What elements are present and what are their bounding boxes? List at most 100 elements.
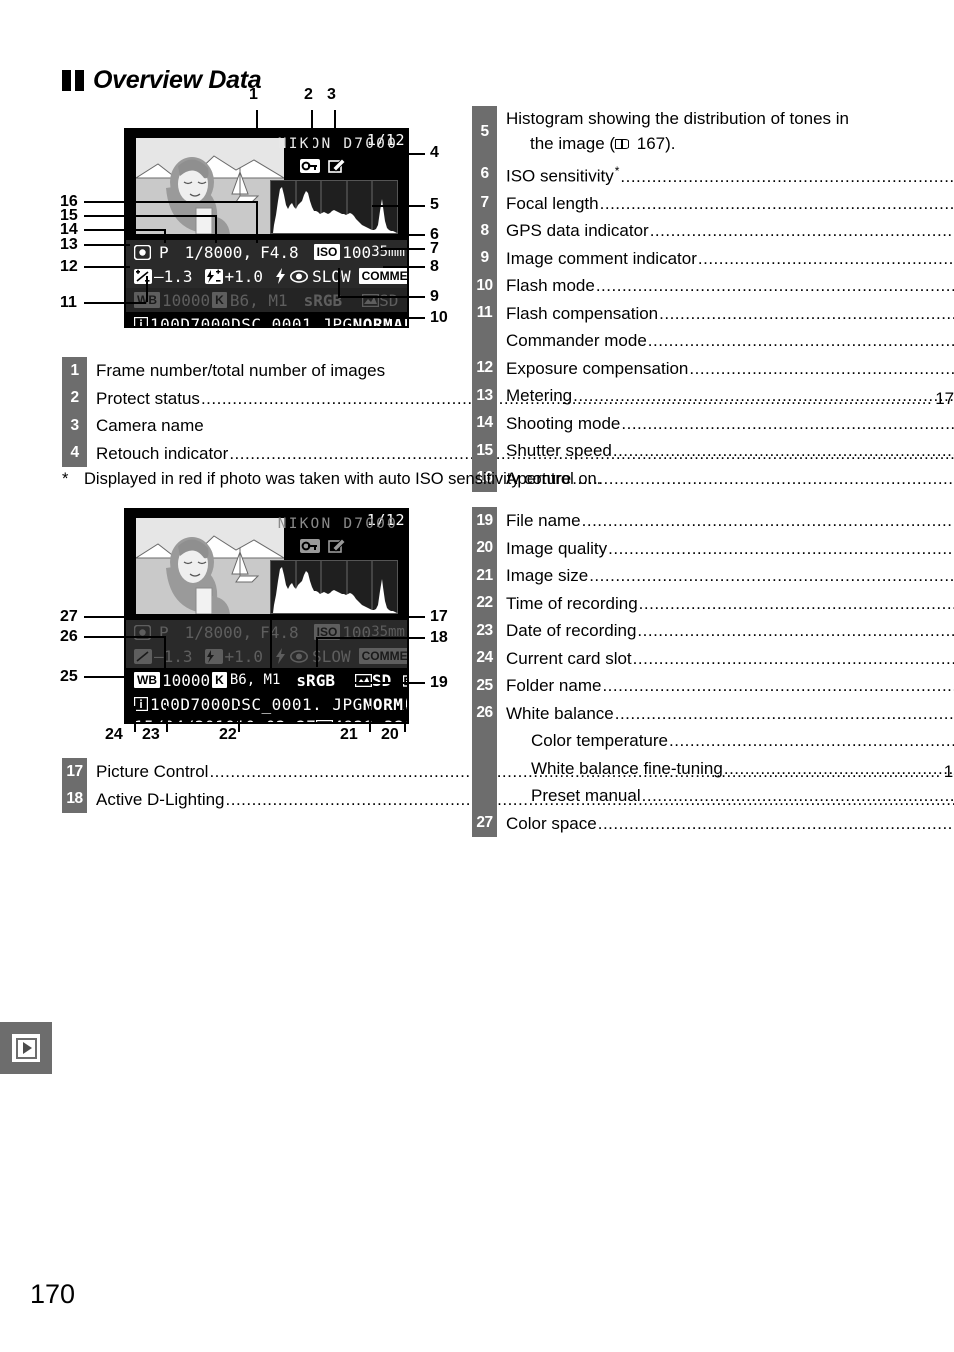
info-row-compensation: –1.3 +1.0 SLOW COMMENT GPS bbox=[126, 264, 407, 288]
leader-dots: ........................................… bbox=[697, 248, 954, 268]
legend-label: Shooting mode bbox=[506, 413, 621, 433]
callout-10: 10 bbox=[430, 309, 448, 326]
svg-text:L: L bbox=[322, 722, 328, 725]
legend-number-box-10: 10 bbox=[472, 272, 497, 300]
legend-number-box-18: 18 bbox=[62, 785, 87, 813]
callout-1: 1 bbox=[249, 86, 258, 103]
legend-row: 13 Metering..............................… bbox=[472, 382, 954, 410]
legend-text: Flash mode..............................… bbox=[497, 272, 954, 299]
legend-row: 19 File name.............................… bbox=[472, 507, 954, 535]
shooting-info-rows: P 1/8000, F4.8 ISO 100 35mm –1.3 +1.0 SL… bbox=[126, 240, 407, 312]
legend-label: Color space bbox=[506, 813, 597, 833]
legend-label-line-1: Histogram showing the distribution of to… bbox=[506, 109, 850, 128]
legend-text: Metering................................… bbox=[497, 382, 954, 409]
legend-text-wrapped: Histogram showing the distribution of to… bbox=[497, 106, 864, 156]
legend-text: Image quality...........................… bbox=[497, 535, 954, 562]
legend-number-box-23: 23 bbox=[472, 617, 497, 645]
legend-label: Commander mode bbox=[506, 331, 647, 351]
callout-4: 4 bbox=[430, 144, 439, 161]
legend-label: Metering bbox=[506, 386, 573, 406]
file-name-value: DSC_0001. JPG bbox=[231, 694, 363, 714]
page-number: 170 bbox=[30, 1279, 76, 1309]
leader-line bbox=[369, 706, 371, 732]
legend-sub-text: Color temperature.......................… bbox=[497, 727, 954, 754]
legend-text: Camera name bbox=[87, 412, 462, 439]
retouch-pencil-icon bbox=[328, 538, 346, 554]
legend-sub-text: Preset manual...........................… bbox=[497, 782, 954, 809]
picture-control-value: SD bbox=[379, 290, 399, 310]
exposure-compensation-icon bbox=[134, 648, 152, 664]
card-slot-icon bbox=[134, 697, 148, 711]
legend-number-box-14: 14 bbox=[472, 409, 497, 438]
leader-line bbox=[316, 637, 425, 639]
legend-row: 25 Folder name...........................… bbox=[472, 672, 954, 700]
legend-number-box-blank: . bbox=[472, 327, 497, 355]
shutter-speed-value: 1/8000, bbox=[184, 242, 253, 262]
legend-row: 11 Flash compensation....................… bbox=[472, 299, 954, 328]
white-balance-fine-value: B6, M1 bbox=[229, 290, 288, 310]
leader-line bbox=[84, 676, 132, 678]
legend-number-box-15: 15 bbox=[472, 437, 497, 465]
leader-dots: ........................................… bbox=[599, 193, 954, 213]
callout-16: 16 bbox=[60, 193, 78, 210]
file-info-block: 100D7000 DSC_0001. JPG NORMAL 15/04/2010… bbox=[126, 692, 407, 725]
leader-line bbox=[146, 276, 148, 302]
legend-number-box-11: 11 bbox=[472, 299, 497, 328]
shooting-mode-value: P bbox=[159, 242, 169, 262]
legend-label: Current card slot bbox=[506, 648, 632, 668]
callout-20: 20 bbox=[381, 726, 399, 743]
leader-line bbox=[316, 637, 318, 667]
leader-line bbox=[238, 706, 240, 732]
leader-line bbox=[84, 201, 256, 203]
leader-line bbox=[340, 682, 342, 691]
legend-text: Image size..............................… bbox=[497, 562, 954, 589]
playback-icon bbox=[12, 1034, 40, 1062]
leader-dots: ........................................… bbox=[723, 758, 954, 778]
legend-label-line-2: the image ( 167). bbox=[530, 134, 676, 153]
leader-dots: ........................................… bbox=[612, 441, 954, 461]
legend-row: 15 Shutter speed.........................… bbox=[472, 437, 954, 465]
leader-dots: ........................................… bbox=[637, 621, 954, 640]
key-icon bbox=[300, 539, 320, 553]
legend-text: Current card slot.......................… bbox=[497, 645, 954, 672]
callout-22: 22 bbox=[219, 726, 237, 743]
legend-number-box-12: 12 bbox=[472, 354, 497, 383]
callout-9: 9 bbox=[430, 288, 439, 305]
leader-line bbox=[84, 302, 146, 304]
legend-row: 14 Shooting mode.........................… bbox=[472, 409, 954, 438]
info-row-compensation-dim: –1.3 +1.0 SLOW COMMENT GPS bbox=[126, 644, 407, 668]
legend-label: Image comment indicator bbox=[506, 248, 697, 268]
legend-number-box-21: 21 bbox=[472, 562, 497, 590]
leader-dots: ........................................… bbox=[621, 413, 954, 433]
leader-line bbox=[380, 248, 425, 250]
footnote-text: Displayed in red if photo was taken with… bbox=[84, 470, 602, 488]
monitor-top-area: 1/12 NIKON D7000 bbox=[126, 510, 407, 620]
legend-sub-label: Color temperature bbox=[531, 731, 669, 750]
legend-row: 23 Date of recording.....................… bbox=[472, 617, 954, 645]
legend-row: 7 Focal length...........................… bbox=[472, 189, 954, 218]
legend-label: ISO sensitivity* bbox=[506, 164, 620, 186]
legend-row: 17 Picture Control.......................… bbox=[62, 758, 954, 786]
leader-dots: ........................................… bbox=[641, 786, 954, 805]
legend-page-ref[interactable]: 167). bbox=[632, 134, 676, 153]
file-info-line-1: 100D7000 DSC_0001. JPG NORMAL bbox=[134, 693, 407, 715]
time-of-recording-value: 10:02:27 bbox=[235, 717, 316, 723]
legend-number-box-20: 20 bbox=[472, 534, 497, 562]
page-title: Overview Data bbox=[62, 66, 262, 95]
leader-dots: ........................................… bbox=[602, 676, 954, 695]
legend-label: Retouch indicator bbox=[96, 443, 229, 463]
legend-row: 10 Flash mode............................… bbox=[472, 272, 954, 300]
leader-line bbox=[256, 110, 258, 136]
legend-row: 24 Current card slot.....................… bbox=[472, 644, 954, 672]
shutter-speed-value: 1/8000, bbox=[184, 622, 253, 642]
leader-line bbox=[264, 616, 425, 618]
leader-dots: ........................................… bbox=[573, 386, 954, 406]
leader-dots: ........................................… bbox=[669, 731, 954, 750]
footnote-auto-iso: * Displayed in red if photo was taken wit… bbox=[62, 470, 601, 489]
legend-label: Active D-Lighting bbox=[96, 789, 225, 809]
legend-row: 3 Camera name bbox=[62, 412, 462, 440]
leader-dots: ........................................… bbox=[620, 166, 954, 186]
legend-label: Flash mode bbox=[506, 276, 595, 296]
legend-label: Time of recording bbox=[506, 593, 638, 613]
legend-list-left-bottom: 17 Picture Control.......................… bbox=[62, 758, 954, 813]
